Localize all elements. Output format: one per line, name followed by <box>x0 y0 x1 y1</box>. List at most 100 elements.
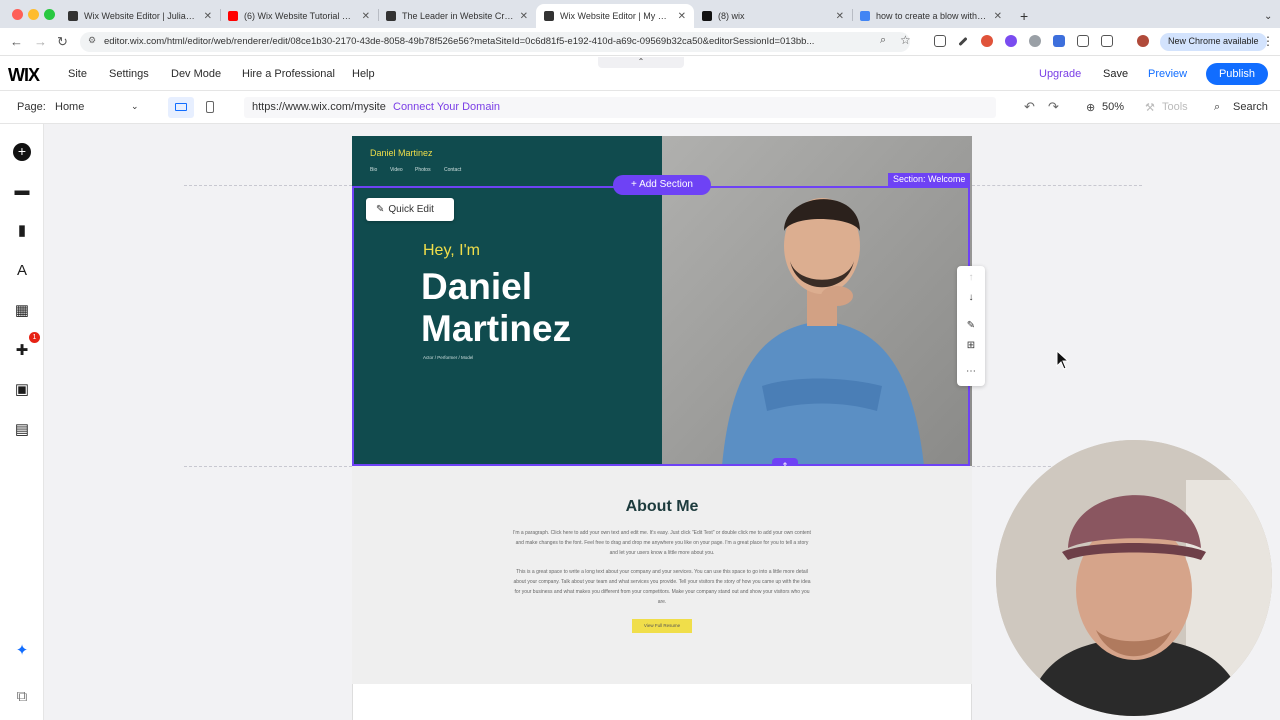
upgrade-link[interactable]: Upgrade <box>1039 68 1081 80</box>
extension-icon[interactable] <box>1053 35 1065 47</box>
site-info-icon[interactable]: ⚙ <box>88 35 96 46</box>
tab-search-chevron-icon[interactable]: ⌄ <box>1256 4 1280 28</box>
move-down-icon[interactable]: ↓ <box>957 292 985 303</box>
browser-tab[interactable]: Wix Website Editor | Julianwe ✕ <box>60 4 220 28</box>
site-nav-bio[interactable]: Bio <box>370 167 377 173</box>
sections-icon[interactable]: ▬ <box>13 182 31 200</box>
redo-icon[interactable]: ↷ <box>1048 99 1059 115</box>
url-input[interactable]: ⚙ editor.wix.com/html/editor/web/rendere… <box>80 32 910 52</box>
search-button[interactable]: Search <box>1233 101 1268 113</box>
add-section-button[interactable]: + Add Section <box>613 175 711 195</box>
reload-icon[interactable]: ↻ <box>57 34 68 50</box>
connect-domain-link[interactable]: Connect Your Domain <box>393 101 500 113</box>
menu-help[interactable]: Help <box>352 68 375 80</box>
close-window-button[interactable] <box>12 9 23 20</box>
about-paragraph[interactable]: This is a great space to write a long te… <box>512 567 812 607</box>
forward-arrow-icon[interactable]: → <box>34 34 47 49</box>
close-tab-icon[interactable]: ✕ <box>678 11 686 22</box>
ai-assistant-icon[interactable]: ✦ <box>13 642 31 660</box>
media-icon[interactable]: ▣ <box>13 381 31 399</box>
extensions-puzzle-icon[interactable] <box>1077 35 1089 47</box>
screenshot-extension-icon[interactable] <box>934 35 946 47</box>
bookmark-star-icon[interactable]: ☆ <box>900 33 911 47</box>
hero-name[interactable]: Daniel Martinez <box>421 266 661 350</box>
wix-logo[interactable]: WIX <box>8 65 40 86</box>
section-label[interactable]: Section: Welcome <box>888 173 971 186</box>
close-tab-icon[interactable]: ✕ <box>994 11 1002 22</box>
chrome-menu-icon[interactable]: ⋮ <box>1262 34 1274 48</box>
edit-pencil-icon[interactable]: ✎ <box>957 320 985 331</box>
site-url-bar: https://www.wix.com/mysite Connect Your … <box>244 97 996 118</box>
search-icon[interactable]: ⌕ <box>1214 101 1220 114</box>
hero-greeting[interactable]: Hey, I'm <box>423 242 480 260</box>
extension-icon[interactable] <box>1005 35 1017 47</box>
cms-table-icon[interactable]: ▤ <box>13 421 31 439</box>
pages-icon[interactable]: ▮ <box>13 222 31 240</box>
page-selector[interactable]: Home <box>55 101 84 113</box>
move-up-icon[interactable]: ↑ <box>957 272 985 283</box>
mobile-view-icon[interactable] <box>206 101 214 113</box>
browser-tab-active[interactable]: Wix Website Editor | My Site ✕ <box>536 4 694 28</box>
publish-button[interactable]: Publish <box>1206 63 1268 85</box>
undo-icon[interactable]: ↶ <box>1024 99 1035 115</box>
browser-tab[interactable]: (8) wix ✕ <box>694 4 852 28</box>
desktop-view-button[interactable] <box>168 97 194 118</box>
maximize-window-button[interactable] <box>44 9 55 20</box>
layout-icon[interactable]: ⊞ <box>957 340 985 351</box>
new-tab-button[interactable]: + <box>1012 4 1036 28</box>
presenter-webcam <box>996 440 1272 716</box>
extension-icon[interactable] <box>1029 35 1041 47</box>
browser-tab[interactable]: The Leader in Website Creati ✕ <box>378 4 536 28</box>
save-button[interactable]: Save <box>1103 68 1128 80</box>
menu-site[interactable]: Site <box>68 68 87 80</box>
section-guide-line <box>184 466 352 467</box>
section-guide-line <box>184 185 352 186</box>
design-icon[interactable]: A <box>13 262 31 280</box>
zoom-magnifier-icon[interactable]: ⌕ <box>880 34 886 47</box>
browser-tab[interactable]: (6) Wix Website Tutorial – Yo ✕ <box>220 4 378 28</box>
close-tab-icon[interactable]: ✕ <box>836 11 844 22</box>
profile-avatar[interactable] <box>1137 35 1149 47</box>
address-bar-row: ← → ↻ ⚙ editor.wix.com/html/editor/web/r… <box>0 28 1280 56</box>
close-tab-icon[interactable]: ✕ <box>520 11 528 22</box>
chevron-down-icon[interactable]: ⌄ <box>131 101 139 112</box>
page-label: Page: <box>17 101 46 113</box>
zoom-level[interactable]: 50% <box>1102 101 1124 113</box>
about-paragraph[interactable]: I'm a paragraph. Click here to add your … <box>512 528 812 558</box>
view-resume-button[interactable]: View Full Resume <box>632 619 692 633</box>
youtube-favicon-icon <box>228 11 238 21</box>
site-nav-photos[interactable]: Photos <box>415 167 431 173</box>
next-section[interactable] <box>352 684 972 720</box>
wix-top-bar: WIX Site Settings Dev Mode Hire a Profes… <box>0 57 1280 91</box>
about-title[interactable]: About Me <box>352 498 972 516</box>
extension-icon[interactable] <box>981 35 993 47</box>
site-header-name[interactable]: Daniel Martinez <box>370 148 433 158</box>
menu-dev-mode[interactable]: Dev Mode <box>171 68 221 80</box>
tools-button[interactable]: Tools <box>1162 101 1188 113</box>
site-nav-contact[interactable]: Contact <box>444 167 461 173</box>
side-panel-icon[interactable] <box>1101 35 1113 47</box>
zoom-icon[interactable]: ⊕ <box>1086 101 1095 114</box>
hero-role[interactable]: Actor / Performer / Model <box>423 355 473 360</box>
new-chrome-available-button[interactable]: New Chrome available <box>1160 33 1267 51</box>
quick-edit-button[interactable]: ✎ Quick Edit <box>366 198 454 221</box>
apps-grid-icon[interactable]: ▦ <box>13 302 31 320</box>
add-elements-icon[interactable]: + <box>13 143 31 161</box>
business-apps-icon[interactable]: ✚ <box>13 342 31 360</box>
collapse-toolbar-icon[interactable]: ⌃ <box>598 57 684 68</box>
preview-button[interactable]: Preview <box>1148 68 1187 80</box>
back-arrow-icon[interactable]: ← <box>10 34 23 49</box>
pen-extension-icon[interactable] <box>958 36 968 47</box>
site-nav-video[interactable]: Video <box>390 167 403 173</box>
menu-hire-a-professional[interactable]: Hire a Professional <box>242 68 335 80</box>
minimize-window-button[interactable] <box>28 9 39 20</box>
close-tab-icon[interactable]: ✕ <box>362 11 370 22</box>
close-tab-icon[interactable]: ✕ <box>204 11 212 22</box>
browser-tab-strip: Wix Website Editor | Julianwe ✕ (6) Wix … <box>0 0 1280 28</box>
layers-icon[interactable]: ⧉ <box>13 688 31 706</box>
browser-tab[interactable]: how to create a blow with wix ✕ <box>852 4 1010 28</box>
site-url: https://www.wix.com/mysite <box>252 101 386 113</box>
more-actions-icon[interactable]: ⋯ <box>957 366 985 377</box>
tools-icon[interactable]: ⚒ <box>1145 101 1155 114</box>
menu-settings[interactable]: Settings <box>109 68 149 80</box>
